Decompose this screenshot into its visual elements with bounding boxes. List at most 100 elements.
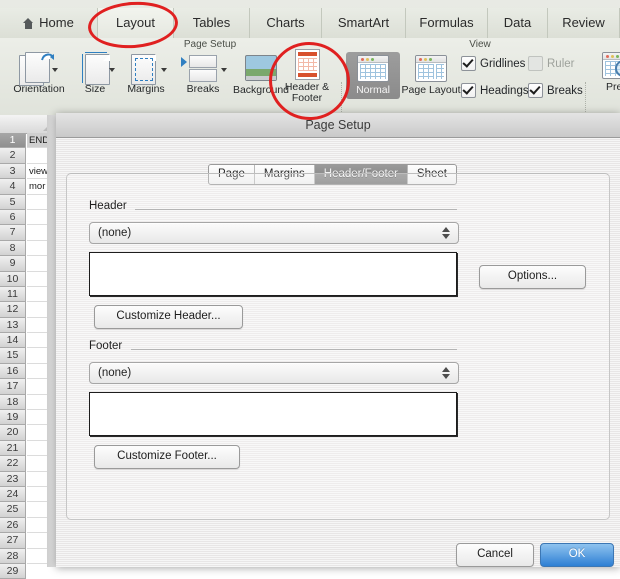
ribbon-tab-label: Formulas [419,15,474,30]
checkbox-label: Breaks [547,84,583,97]
ribbon-button-preview[interactable]: Previ [590,52,620,93]
chevron-updown-icon [442,366,451,380]
ribbon-button-normal-view[interactable]: Normal [346,52,400,99]
header-preset-dropdown[interactable]: (none) [89,222,459,244]
customize-footer-button[interactable]: Customize Footer... [94,445,240,469]
row-header[interactable]: 2 [0,148,26,164]
chevron-updown-icon [442,226,451,240]
row-header[interactable]: 20 [0,425,26,441]
ribbon-tab-data[interactable]: Data [488,8,548,38]
row-header[interactable]: 10 [0,271,26,287]
footer-preset-dropdown[interactable]: (none) [89,362,459,384]
ribbon-tab-formulas[interactable]: Formulas [406,8,488,38]
row-header[interactable]: 16 [0,363,26,380]
ribbon-tab-label: Review [562,15,605,30]
dialog-title: Page Setup [56,113,620,138]
row-header[interactable]: 21 [0,440,26,457]
row-header[interactable]: 18 [0,394,26,411]
sheet-gutter [47,115,56,567]
ribbon-tab-smartart[interactable]: SmartArt [322,8,406,38]
row-header[interactable]: 7 [0,225,26,241]
breaks-icon [179,52,227,84]
ribbon: Home Layout Tables Charts SmartArt Formu… [0,0,620,115]
ribbon-button-page-layout-view[interactable]: Page Layout [400,52,462,96]
ribbon-button-label: Breaks [186,83,220,95]
ribbon-tab-label: SmartArt [337,15,390,30]
headings-checkbox[interactable] [461,83,476,98]
dialog-body: Page Margins Header/Footer Sheet Header … [56,138,620,567]
normal-view-icon [357,55,389,82]
ribbon-button-header-footer[interactable]: Header & Footer [279,48,335,104]
row-header[interactable]: 17 [0,379,26,395]
footer-preview-box[interactable] [89,392,457,436]
ribbon-tab-charts[interactable]: Charts [250,8,322,38]
row-header[interactable]: 12 [0,302,26,318]
ribbon-tab-label: Home [39,15,74,30]
ribbon-body: Page Setup View Orientation Size Margins… [0,38,620,115]
ribbon-button-margins[interactable]: Margins [118,52,174,95]
page-setup-dialog: Page Setup Page Margins Header/Footer Sh… [56,113,620,567]
ribbon-button-label: Page Layout [401,84,461,96]
row-header[interactable]: 26 [0,517,26,534]
customize-header-button[interactable]: Customize Header... [94,305,243,329]
row-header[interactable]: 25 [0,502,26,518]
footer-preset-value: (none) [98,367,132,379]
header-preview-box[interactable] [89,252,457,296]
row-header[interactable]: 5 [0,194,26,210]
background-icon [245,55,277,81]
ribbon-tab-label: Tables [192,15,231,30]
checkbox-row-gridlines[interactable]: Gridlines [461,56,525,71]
options-button[interactable]: Options... [479,265,586,289]
row-header[interactable]: 14 [0,333,26,349]
cancel-button[interactable]: Cancel [456,543,534,567]
ribbon-button-orientation[interactable]: Orientation [6,52,72,95]
ribbon-tab-strip: Home Layout Tables Charts SmartArt Formu… [0,8,620,39]
group-label-page-setup: Page Setup [183,39,237,50]
row-header[interactable]: 22 [0,456,26,472]
row-header[interactable]: 3 [0,163,26,180]
checkbox-label: Gridlines [480,57,526,70]
row-header[interactable]: 29 [0,563,26,579]
breaks-checkbox[interactable] [528,83,543,98]
dialog-content-panel: Header (none) Customize Header... Option… [66,173,610,520]
header-preset-value: (none) [98,227,132,239]
row-header[interactable]: 15 [0,348,26,364]
row-header[interactable]: 4 [0,179,26,195]
row-header[interactable]: 8 [0,240,26,257]
checkbox-label: Headings [480,84,529,97]
home-icon [23,17,34,29]
ribbon-tab-label: Charts [266,15,305,30]
row-header[interactable]: 6 [0,209,26,226]
checkbox-row-ruler[interactable]: Ruler [528,56,574,71]
ribbon-button-label-line2: Footer [291,92,323,104]
footer-section-label: Footer [89,340,123,352]
row-header[interactable]: 9 [0,256,26,272]
row-header[interactable]: 24 [0,486,26,503]
gridlines-checkbox[interactable] [461,56,476,71]
ruler-checkbox[interactable] [528,56,543,71]
row-header[interactable]: 11 [0,286,26,303]
row-header[interactable]: 19 [0,410,26,426]
ribbon-tab-label: Layout [115,15,156,30]
row-header[interactable]: 28 [0,548,26,564]
row-header[interactable]: 27 [0,533,26,549]
ribbon-tab-review[interactable]: Review [548,8,620,38]
ribbon-button-label: Normal [356,84,390,96]
ok-button[interactable]: OK [540,543,614,567]
row-header[interactable]: 1 [0,133,26,149]
page-layout-view-icon [415,55,447,82]
row-header[interactable]: 23 [0,471,26,487]
ribbon-tab-tables[interactable]: Tables [174,8,250,38]
ribbon-button-breaks[interactable]: Breaks [174,52,232,95]
ribbon-button-label: Margins [127,83,165,95]
ribbon-tab-layout[interactable]: Layout [98,8,174,38]
checkbox-row-headings[interactable]: Headings [461,83,529,98]
group-separator [585,82,586,115]
checkbox-row-breaks[interactable]: Breaks [528,83,583,98]
header-section-rule [135,209,457,210]
ribbon-tab-home[interactable]: Home [0,8,98,38]
row-header[interactable]: 13 [0,317,26,334]
ribbon-button-label: Size [84,83,106,95]
ribbon-button-size[interactable]: Size [72,52,118,95]
preview-icon [602,52,620,79]
